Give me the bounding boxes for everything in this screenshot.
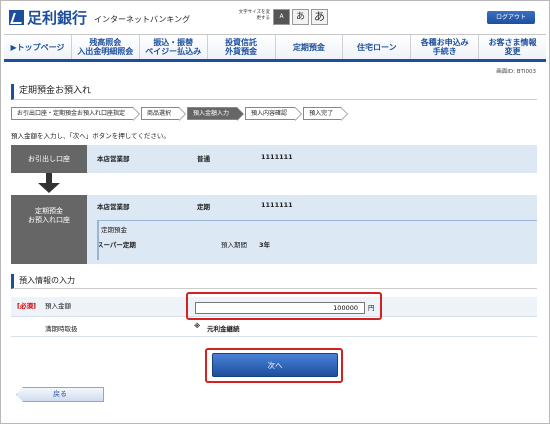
bank-name: 足利銀行 (27, 8, 88, 27)
to-account-number: 1111111 (261, 201, 293, 209)
logout-button[interactable]: ログアウト (487, 11, 535, 24)
from-account-label: お引出し口座 (11, 145, 87, 173)
from-account-row: お引出し口座 本店営業部 普通 1111111 (11, 145, 537, 173)
maturity-label: 満期時取扱 (45, 325, 78, 333)
deposit-kind: 定期預金 (101, 226, 127, 234)
font-size-large-button[interactable]: あ (311, 9, 328, 25)
from-account-number: 1111111 (261, 153, 293, 161)
maturity-value: 元利金継続 (207, 325, 240, 333)
global-nav: ▶トップページ 残高照会 入出金明細照会 振込・振替 ペイジー払込み 投資信託 … (4, 34, 546, 62)
period-value: 3年 (259, 241, 271, 249)
section-title: 預入情報の入力 (11, 274, 537, 289)
inner-separator (97, 220, 537, 221)
font-size-medium-button[interactable]: あ (292, 9, 309, 25)
from-account-type: 普通 (197, 155, 210, 163)
nav-investment[interactable]: 投資信託 外貨預金 (207, 35, 276, 59)
maturity-note-mark: ※ (194, 322, 201, 330)
from-account-values: 本店営業部 普通 1111111 (87, 145, 537, 173)
bank-logo-icon (9, 9, 24, 25)
nav-top[interactable]: ▶トップページ (4, 35, 72, 59)
to-account-label: 定期預金 お預入れ口座 (11, 195, 87, 264)
page-title: 定期預金お預入れ (11, 84, 537, 100)
step-product-selection: 商品選択 (141, 107, 187, 121)
step-complete: 預入完了 (303, 107, 349, 121)
to-account-type: 定期 (197, 203, 210, 211)
font-size-small-button[interactable]: A (273, 9, 290, 25)
required-tag: [必須] (17, 302, 36, 310)
screen-id: 画面ID: BTI003 (496, 69, 536, 75)
to-account-branch: 本店営業部 (97, 203, 130, 211)
back-button[interactable]: 戻る (16, 387, 104, 402)
to-account-row: 定期預金 お預入れ口座 本店営業部 定期 1111111 定期預金 スーパー定期… (11, 195, 537, 264)
amount-label: 預入金額 (45, 302, 71, 310)
arrow-down-icon (38, 173, 60, 195)
maturity-row: 満期時取扱 ※ 元利金継続 (11, 317, 537, 337)
nav-balance[interactable]: 残高照会 入出金明細照会 (71, 35, 140, 59)
font-size-label: 文字サイズを変更する (238, 10, 270, 21)
instruction-text: 預入金額を入力し、「次へ」ボタンを押してください。 (11, 132, 170, 140)
to-account-values: 本店営業部 定期 1111111 定期預金 スーパー定期 預入期間 3年 (87, 195, 537, 264)
step-amount-input: 預入金額入力 (187, 107, 245, 121)
product-name: スーパー定期 (97, 241, 136, 249)
next-highlight (205, 348, 343, 383)
nav-transfer[interactable]: 振込・振替 ペイジー払込み (139, 35, 208, 59)
from-account-branch: 本店営業部 (97, 155, 130, 163)
nav-time-deposit[interactable]: 定期預金 (275, 35, 344, 59)
nav-applications[interactable]: 各種お申込み 手続き (411, 35, 480, 59)
amount-highlight (186, 292, 382, 320)
service-name: インターネットバンキング (94, 15, 191, 24)
nav-housing-loan[interactable]: 住宅ローン (343, 35, 412, 59)
step-account-selection: お引出口座・定期預金お預入れ口座指定 (11, 107, 141, 121)
inner-bar (97, 220, 99, 260)
bank-logo[interactable]: 足利銀行 インターネットバンキング (9, 8, 191, 27)
progress-steps: お引出口座・定期預金お預入れ口座指定 商品選択 預入金額入力 預入内容確認 預入… (11, 107, 349, 121)
header: 足利銀行 インターネットバンキング 文字サイズを変更する A あ あ ログアウト (1, 1, 549, 33)
nav-customer-info[interactable]: お客さま情報 変更 (479, 35, 546, 59)
step-confirm: 預入内容確認 (245, 107, 303, 121)
period-label: 預入期間 (221, 241, 247, 249)
